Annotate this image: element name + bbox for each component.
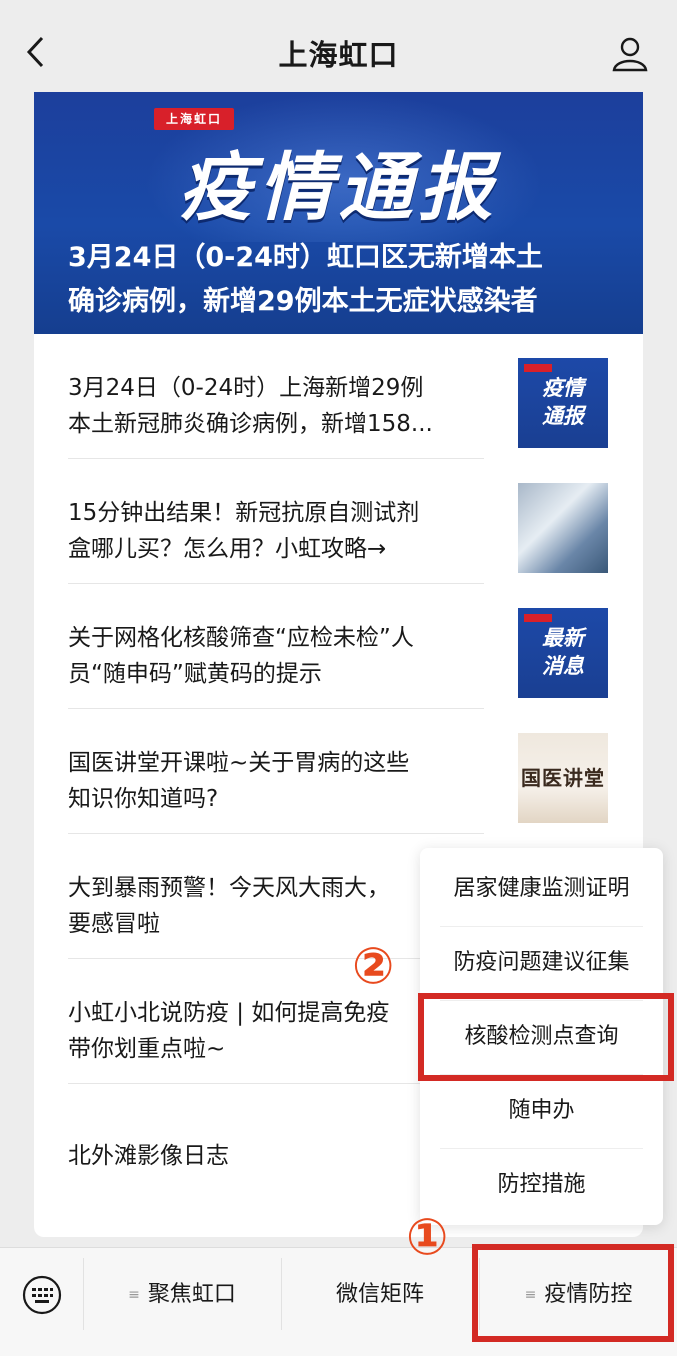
article-item[interactable]: 国医讲堂开课啦~关于胃病的这些 知识你知道吗? 国医讲堂 xyxy=(68,709,608,834)
step-1-marker: ① xyxy=(406,1208,449,1266)
banner-tag: 上海虹口 xyxy=(154,108,234,130)
article-title-line2: 员“随申码”赋黄码的提示 xyxy=(68,661,322,687)
article-title-line2: 知识你知道吗? xyxy=(68,786,219,812)
highlight-epidemic-control-tab xyxy=(472,1244,674,1342)
article-title: 国医讲堂开课啦~关于胃病的这些 知识你知道吗? xyxy=(68,745,488,817)
article-thumbnail: 国医讲堂 xyxy=(518,733,608,823)
tab-wechat-matrix[interactable]: 微信矩阵 xyxy=(282,1248,478,1342)
thumb-tag xyxy=(524,614,552,622)
article-title: 关于网格化核酸筛查“应检未检”人 员“随申码”赋黄码的提示 xyxy=(68,620,488,692)
article-title-line2: 本土新冠肺炎确诊病例，新增158... xyxy=(68,411,433,437)
article-title-line1: 国医讲堂开课啦~关于胃病的这些 xyxy=(68,750,410,776)
article-thumbnail: 最新 消息 xyxy=(518,608,608,698)
menu-item-home-monitoring-certificate[interactable]: 居家健康监测证明 xyxy=(420,852,663,926)
article-item[interactable]: 3月24日（0-24时）上海新增29例 本土新冠肺炎确诊病例，新增158... … xyxy=(68,334,608,459)
menu-item-suggestions[interactable]: 防疫问题建议征集 xyxy=(420,926,663,1000)
article-title-line1: 3月24日（0-24时）上海新增29例 xyxy=(68,375,424,401)
thumb-tag xyxy=(524,364,552,372)
thumb-text-line1: 最新 xyxy=(542,626,584,650)
thumb-text-line2: 消息 xyxy=(542,654,584,678)
article-title: 3月24日（0-24时）上海新增29例 本土新冠肺炎确诊病例，新增158... xyxy=(68,370,488,442)
banner-subtitle-line2: 确诊病例，新增29例本土无症状感染者 xyxy=(68,286,538,317)
article-thumbnail: 疫情 通报 xyxy=(518,358,608,448)
tab-focus-hongkou[interactable]: ≡ 聚焦虹口 xyxy=(84,1248,280,1342)
thumb-text-line2: 通报 xyxy=(542,404,584,428)
thumb-text-line1: 疫情 xyxy=(542,376,584,400)
article-item[interactable]: 15分钟出结果！新冠抗原自测试剂 盒哪儿买？怎么用？小虹攻略→ xyxy=(68,459,608,584)
step-2-marker: ② xyxy=(352,937,395,995)
top-nav-bar: 上海虹口 xyxy=(0,0,677,92)
banner-headline: 疫情通报 xyxy=(178,145,499,231)
tab-label: 聚焦虹口 xyxy=(147,1282,236,1307)
article-title-line2: 盒哪儿买？怎么用？小虹攻略→ xyxy=(68,536,387,562)
banner-subtitle-line1: 3月24日（0-24时）虹口区无新增本土 xyxy=(68,242,543,273)
menu-lines-icon: ≡ xyxy=(128,1287,140,1303)
article-item[interactable]: 关于网格化核酸筛查“应检未检”人 员“随申码”赋黄码的提示 最新 消息 xyxy=(68,584,608,709)
keyboard-icon[interactable] xyxy=(22,1275,62,1315)
article-title-line1: 15分钟出结果！新冠抗原自测试剂 xyxy=(68,500,420,526)
highlight-test-site-lookup xyxy=(418,993,674,1081)
article-thumbnail xyxy=(518,483,608,573)
menu-item-control-measures[interactable]: 防控措施 xyxy=(420,1148,663,1222)
banner-subtitle: 3月24日（0-24时）虹口区无新增本土 确诊病例，新增29例本土无症状感染者 xyxy=(68,236,623,324)
article-title-line1: 关于网格化核酸筛查“应检未检”人 xyxy=(68,625,414,651)
article-title: 15分钟出结果！新冠抗原自测试剂 盒哪儿买？怎么用？小虹攻略→ xyxy=(68,495,488,567)
page-title: 上海虹口 xyxy=(278,38,399,72)
user-icon[interactable] xyxy=(610,36,650,72)
menu-item-suishenban[interactable]: 随申办 xyxy=(420,1074,663,1148)
headline-banner[interactable]: 上海虹口 疫情通报 3月24日（0-24时）虹口区无新增本土 确诊病例，新增29… xyxy=(34,92,643,334)
